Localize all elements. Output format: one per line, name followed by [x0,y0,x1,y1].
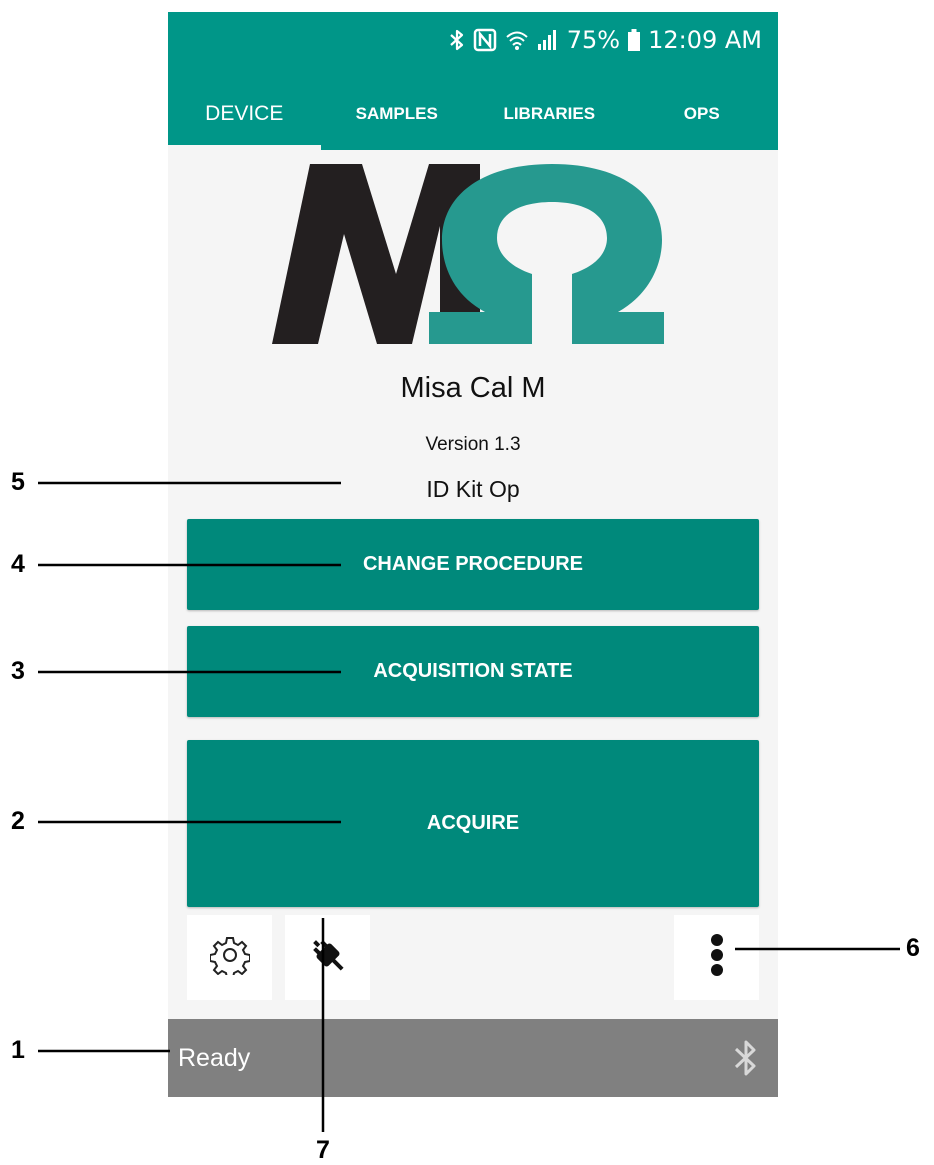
callout-number-7: 7 [316,1136,330,1164]
callout-number-5: 5 [11,468,25,496]
callout-lines [38,481,900,1132]
callout-number-3: 3 [11,657,25,685]
callout-number-6: 6 [906,934,920,962]
callout-number-1: 1 [11,1036,25,1064]
callout-number-2: 2 [11,807,25,835]
callout-number-4: 4 [11,550,25,578]
